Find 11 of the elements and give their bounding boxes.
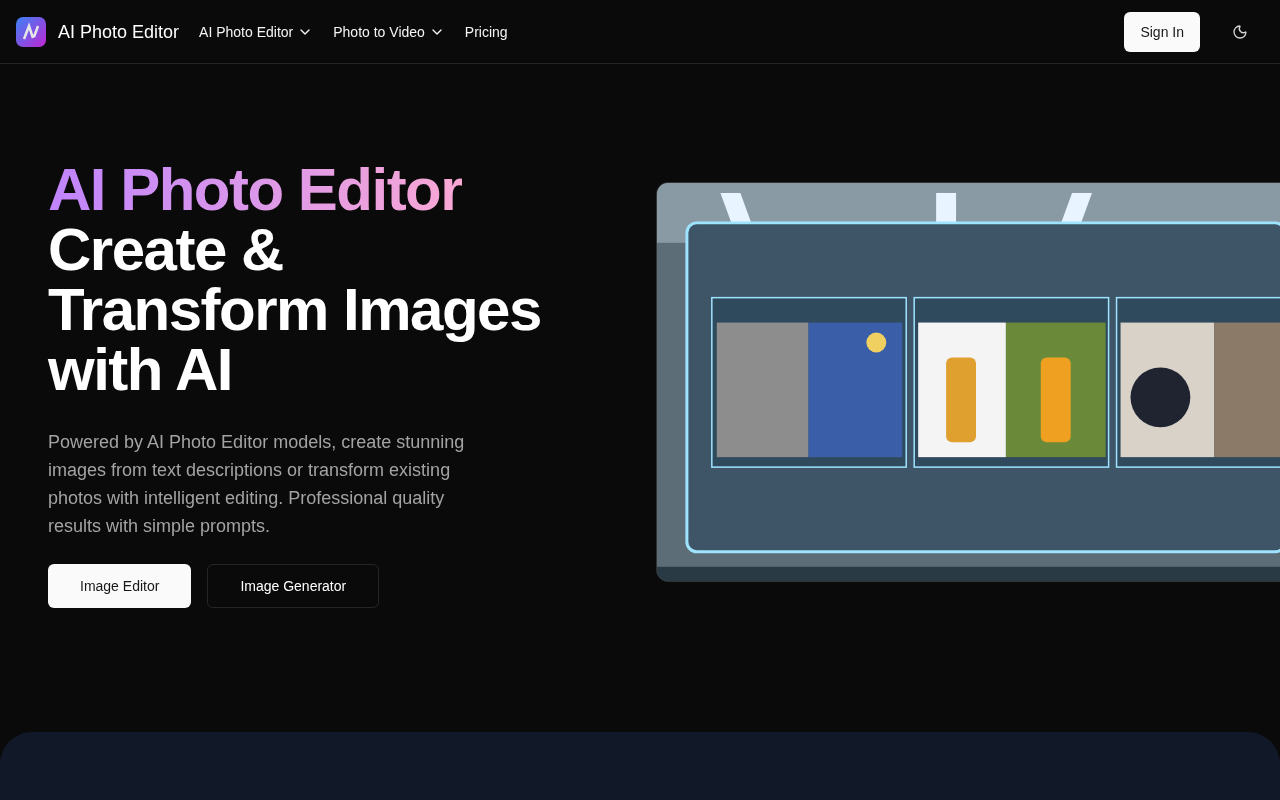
logo-icon xyxy=(16,16,46,47)
nav-link[interactable]: Pricing xyxy=(464,21,508,42)
secondary-button[interactable]: Image Generator xyxy=(207,564,380,608)
hero-title: Create & Transform Images with AI xyxy=(48,220,542,400)
primary-button[interactable]: Image Editor xyxy=(48,564,192,608)
nav-link[interactable]: AI Photo Editor xyxy=(199,21,314,42)
hero-description: Powered by AI Photo Editor models, create stunning images from text descriptions or transform existing photos with intelligent editing. Professional quality results with simple prompts. xyxy=(48,431,466,538)
sign-in-button[interactable]: Sign In xyxy=(1124,11,1200,52)
nav-link[interactable]: Photo to Video xyxy=(333,21,445,42)
moon-icon xyxy=(1232,23,1248,40)
brand-name[interactable]: AI Photo Editor xyxy=(58,17,180,46)
